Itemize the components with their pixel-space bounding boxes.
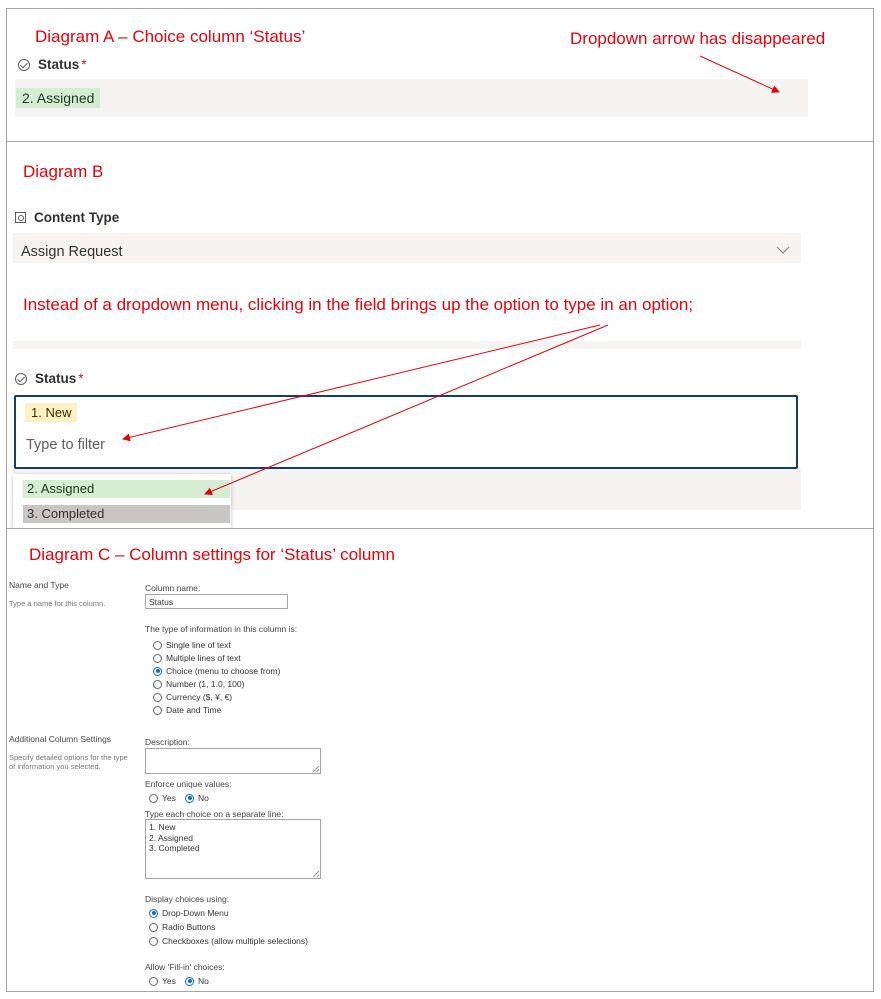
type-option-date[interactable]: Date and Time [153,705,221,715]
type-option-label: Currency ($, ¥, €) [166,692,233,702]
resize-handle-icon[interactable] [313,766,319,772]
display-checkbox-option[interactable]: Checkboxes (allow multiple selections) [149,936,308,946]
content-type-dropdown[interactable] [13,233,801,263]
diagram-b-title: Diagram B [23,162,104,181]
enforce-no-label: No [198,793,209,803]
display-option-label: Drop-Down Menu [162,908,229,918]
name-type-heading: Name and Type [9,580,69,590]
radio-selected-icon[interactable] [149,908,158,918]
field-separator-band [13,341,801,349]
choice-line: 1. New [149,822,176,832]
choice-column-icon [15,372,27,385]
radio-icon[interactable] [153,640,162,650]
status-option-assigned[interactable]: 2. Assigned [23,480,230,498]
description-label: Description: [145,737,190,747]
status-option-completed[interactable]: 3. Completed [23,505,230,523]
diagram-a-annotation: Dropdown arrow has disappeared [570,29,826,48]
radio-icon[interactable] [153,679,162,689]
type-option-label: Multiple lines of text [166,653,241,663]
radio-icon[interactable] [153,692,162,702]
additional-settings-help: Specify detailed options for the type of… [9,753,128,771]
enforce-unique-label: Enforce unique values: [145,779,232,789]
type-option-label: Single line of text [166,640,231,650]
type-option-multi-line[interactable]: Multiple lines of text [153,653,241,663]
fillin-label: Allow 'Fill-in' choices: [145,962,225,972]
content-type-icon [15,212,26,223]
status-field-label: Status * [18,57,87,72]
diagram-a-panel: Diagram A – Choice column ‘Status’ Dropd… [6,8,874,142]
status-label-text-b: Status [35,371,77,386]
name-type-help: Type a name for this column. [9,599,106,608]
content-type-label: Content Type [15,210,119,225]
type-to-filter-input[interactable]: Type to filter [26,437,105,453]
status-combobox[interactable]: 1. New Type to filter [14,395,798,469]
choice-line: 3. Completed [149,843,200,853]
display-option-label: Checkboxes (allow multiple selections) [162,936,308,946]
radio-selected-icon[interactable] [185,976,194,986]
diagram-a-title: Diagram A – Choice column ‘Status’ [35,27,306,46]
enforce-yes-label: Yes [162,793,176,803]
choice-column-icon [18,58,30,71]
radio-icon[interactable] [153,705,162,715]
display-radio-option[interactable]: Radio Buttons [149,922,215,932]
status-label-text: Status [38,57,80,72]
enforce-yes-option[interactable]: Yes [149,793,176,803]
status-selected-pill-b: 1. New [25,403,78,422]
content-type-label-text: Content Type [34,210,120,225]
diagram-b-annotation: Instead of a dropdown menu, clicking in … [23,295,694,314]
additional-settings-heading: Additional Column Settings [9,734,112,744]
status-options-dropdown: 2. Assigned 3. Completed [13,474,231,529]
fillin-no-label: No [198,976,209,986]
type-option-label: Date and Time [166,705,222,715]
radio-selected-icon[interactable] [153,666,162,676]
enforce-no-option[interactable]: No [185,793,209,803]
diagram-b-panel: Diagram B Content Type Assign Request In… [6,141,874,529]
radio-icon[interactable] [149,922,158,932]
required-asterisk-b: * [78,371,84,386]
fillin-yes-option[interactable]: Yes [149,976,176,986]
display-dropdown-option[interactable]: Drop-Down Menu [149,908,229,918]
display-option-label: Radio Buttons [162,922,216,932]
fillin-yes-label: Yes [162,976,176,986]
status-choice-field[interactable] [15,79,808,117]
type-option-label: Choice (menu to choose from) [166,666,281,676]
column-name-label: Column name: [145,583,201,593]
radio-icon[interactable] [149,793,158,803]
chevron-down-icon[interactable] [776,246,790,255]
radio-icon[interactable] [149,976,158,986]
required-asterisk: * [81,57,87,72]
display-choices-label: Display choices using: [145,894,230,904]
radio-icon[interactable] [149,936,158,946]
type-option-number[interactable]: Number (1, 1.0, 100) [153,679,244,689]
content-type-value: Assign Request [21,244,123,260]
type-of-info-label: The type of information in this column i… [145,624,298,634]
diagram-c-title: Diagram C – Column settings for ‘Status’… [29,545,395,564]
choices-textarea[interactable]: 1. New 2. Assigned 3. Completed [145,819,321,879]
choices-label: Type each choice on a separate line: [145,809,284,819]
type-option-label: Number (1, 1.0, 100) [166,679,245,689]
description-textarea[interactable] [145,748,321,774]
radio-selected-icon[interactable] [185,793,194,803]
type-option-single-line[interactable]: Single line of text [153,640,231,650]
fillin-no-option[interactable]: No [185,976,209,986]
type-option-currency[interactable]: Currency ($, ¥, €) [153,692,232,702]
column-name-input[interactable]: Status [145,594,288,609]
choice-line: 2. Assigned [149,832,193,843]
status-field-label-b: Status * [15,371,84,386]
radio-icon[interactable] [153,653,162,663]
diagram-c-panel: Diagram C – Column settings for ‘Status’… [6,528,874,992]
status-selected-pill: 2. Assigned [16,88,101,108]
resize-handle-icon[interactable] [313,871,319,877]
type-option-choice[interactable]: Choice (menu to choose from) [153,666,280,676]
